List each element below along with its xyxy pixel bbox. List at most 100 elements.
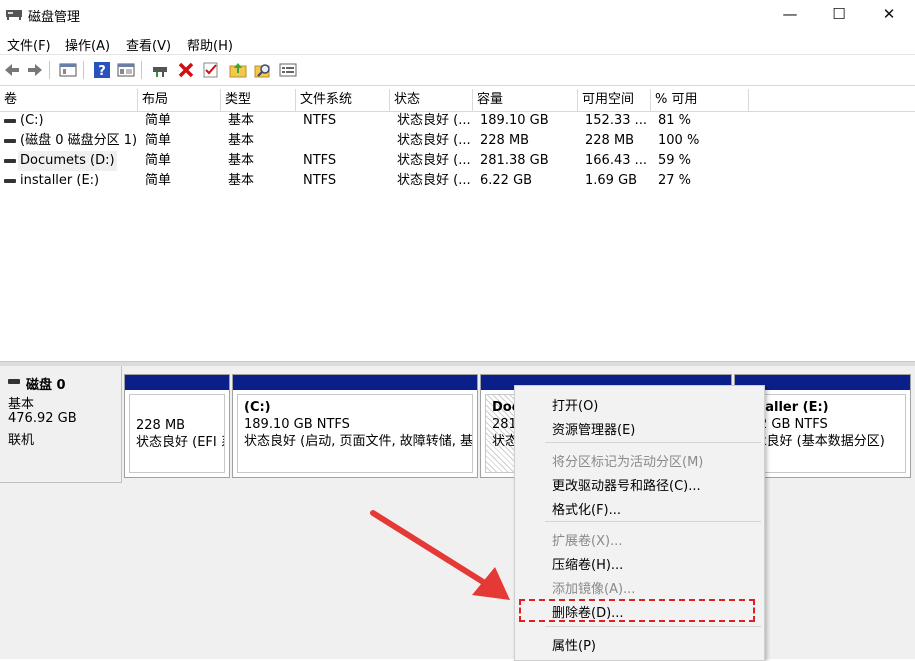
cell-layout: 简单: [145, 113, 172, 128]
cell-filesystem: NTFS: [303, 153, 337, 168]
menu-view[interactable]: 查看(V): [126, 35, 171, 54]
menu-action[interactable]: 操作(A): [65, 35, 110, 54]
column-header-percent-free[interactable]: % 可用: [651, 89, 749, 111]
cell-free: 152.33 ...: [585, 113, 648, 128]
cell-filesystem: NTFS: [303, 113, 337, 128]
table-row[interactable]: (磁盘 0 磁盘分区 1) 简单 基本 状态良好 (... 228 MB 228…: [0, 131, 915, 151]
cell-type: 基本: [228, 133, 255, 148]
partition-status: k良好 (基本数据分区): [759, 434, 885, 449]
cell-percent: 81 %: [658, 113, 692, 128]
search-icon[interactable]: [254, 61, 272, 79]
cell-volume: Documets (D:): [18, 151, 117, 171]
disk-info-panel[interactable]: 磁盘 0 基本 476.92 GB 联机: [0, 366, 122, 483]
menu-item-mark-active: 将分区标记为活动分区(M): [552, 455, 704, 470]
menu-separator: [545, 521, 761, 522]
cell-volume: (C:): [20, 113, 44, 128]
cell-filesystem: NTFS: [303, 173, 337, 188]
menu-help[interactable]: 帮助(H): [187, 35, 233, 54]
partition-title: taller (E:): [759, 400, 829, 415]
disk-type: 基本: [8, 397, 35, 412]
menu-item-change-drive-letter[interactable]: 更改驱动器号和路径(C)...: [552, 475, 701, 494]
menu-item-properties[interactable]: 属性(P): [552, 635, 596, 654]
cell-capacity: 281.38 GB: [480, 153, 549, 168]
menu-item-open[interactable]: 打开(O): [552, 395, 598, 414]
column-header-filesystem[interactable]: 文件系统: [296, 89, 390, 111]
menu-item-explorer[interactable]: 资源管理器(E): [552, 419, 635, 438]
console-pane-icon[interactable]: [117, 61, 135, 79]
cell-percent: 100 %: [658, 133, 700, 148]
menu-bar: 文件(F) 操作(A) 查看(V) 帮助(H): [0, 30, 915, 54]
window-title: 磁盘管理: [28, 10, 81, 25]
partition-title: (C:): [244, 400, 271, 415]
disk-name: 磁盘 0: [26, 378, 66, 393]
table-row[interactable]: Documets (D:) 简单 基本 NTFS 状态良好 (... 281.3…: [0, 151, 915, 171]
cell-status: 状态良好 (...: [397, 113, 471, 128]
disk-state: 联机: [8, 433, 35, 448]
cell-capacity: 6.22 GB: [480, 173, 533, 188]
forward-icon[interactable]: [26, 61, 44, 79]
disk-size: 476.92 GB: [8, 411, 77, 426]
volume-list-header: 卷 布局 类型 文件系统 状态 容量 可用空间 % 可用: [0, 89, 915, 112]
cell-layout: 简单: [145, 153, 172, 168]
drive-icon: [4, 139, 16, 143]
menu-separator: [545, 442, 761, 443]
partition-body: (C:) 189.10 GB NTFS 状态良好 (启动, 页面文件, 故障转储…: [237, 394, 473, 473]
menu-item-format[interactable]: 格式化(F)...: [552, 499, 621, 518]
partition-body: 228 MB 状态良好 (EFI 系: [129, 394, 225, 473]
cell-status: 状态良好 (...: [397, 153, 471, 168]
partition-size: 228 MB: [136, 418, 186, 433]
column-header-volume[interactable]: 卷: [0, 89, 138, 111]
cell-free: 228 MB: [585, 133, 635, 148]
cell-volume: installer (E:): [20, 173, 100, 188]
partition-size: 2 GB NTFS: [759, 417, 828, 432]
maximize-button[interactable]: ☐: [816, 0, 862, 30]
cell-layout: 简单: [145, 133, 172, 148]
menu-item-extend: 扩展卷(X)...: [552, 534, 623, 549]
disk-connect-icon[interactable]: [151, 61, 169, 79]
cell-volume: (磁盘 0 磁盘分区 1): [20, 133, 138, 148]
drive-icon: [4, 119, 16, 123]
cell-percent: 27 %: [658, 173, 692, 188]
column-header-type[interactable]: 类型: [221, 89, 296, 111]
partition-size: 189.10 GB NTFS: [244, 417, 350, 432]
toolbar: ?: [0, 54, 915, 86]
up-folder-icon[interactable]: [229, 61, 247, 79]
partition-status: 状态良好 (EFI 系: [136, 435, 225, 450]
back-icon[interactable]: [3, 61, 21, 79]
partition-c[interactable]: (C:) 189.10 GB NTFS 状态良好 (启动, 页面文件, 故障转储…: [232, 374, 478, 478]
cell-type: 基本: [228, 173, 255, 188]
partition-status: 状态良好 (启动, 页面文件, 故障转储, 基2: [244, 434, 473, 449]
menu-file[interactable]: 文件(F): [7, 35, 51, 54]
cell-capacity: 228 MB: [480, 133, 530, 148]
help-icon[interactable]: ?: [93, 61, 111, 79]
close-button[interactable]: ✕: [866, 0, 912, 30]
column-header-capacity[interactable]: 容量: [473, 89, 578, 111]
toolbar-separator: [49, 61, 50, 79]
annotation-arrow-icon: [370, 510, 510, 600]
cell-free: 1.69 GB: [585, 173, 638, 188]
cell-type: 基本: [228, 153, 255, 168]
partition-efi[interactable]: 228 MB 状态良好 (EFI 系: [124, 374, 230, 478]
menu-item-shrink[interactable]: 压缩卷(H)...: [552, 554, 623, 573]
check-icon[interactable]: [202, 61, 220, 79]
column-header-layout[interactable]: 布局: [138, 89, 221, 111]
drive-icon: [4, 159, 16, 163]
properties-pane-icon[interactable]: [59, 61, 77, 79]
cell-status: 状态良好 (...: [397, 133, 471, 148]
list-icon[interactable]: [279, 61, 297, 79]
column-header-status[interactable]: 状态: [390, 89, 473, 111]
cell-type: 基本: [228, 113, 255, 128]
table-row[interactable]: (C:) 简单 基本 NTFS 状态良好 (... 189.10 GB 152.…: [0, 111, 915, 131]
partition-bar: [233, 375, 477, 390]
column-header-free-space[interactable]: 可用空间: [578, 89, 651, 111]
menu-separator: [545, 626, 761, 627]
toolbar-separator: [83, 61, 84, 79]
cell-percent: 59 %: [658, 153, 692, 168]
cell-layout: 简单: [145, 173, 172, 188]
disk-management-icon: [6, 10, 22, 20]
table-row[interactable]: installer (E:) 简单 基本 NTFS 状态良好 (... 6.22…: [0, 171, 915, 191]
cell-free: 166.43 ...: [585, 153, 648, 168]
minimize-button[interactable]: —: [767, 0, 813, 30]
delete-icon[interactable]: [177, 61, 195, 79]
drive-icon: [4, 179, 16, 183]
